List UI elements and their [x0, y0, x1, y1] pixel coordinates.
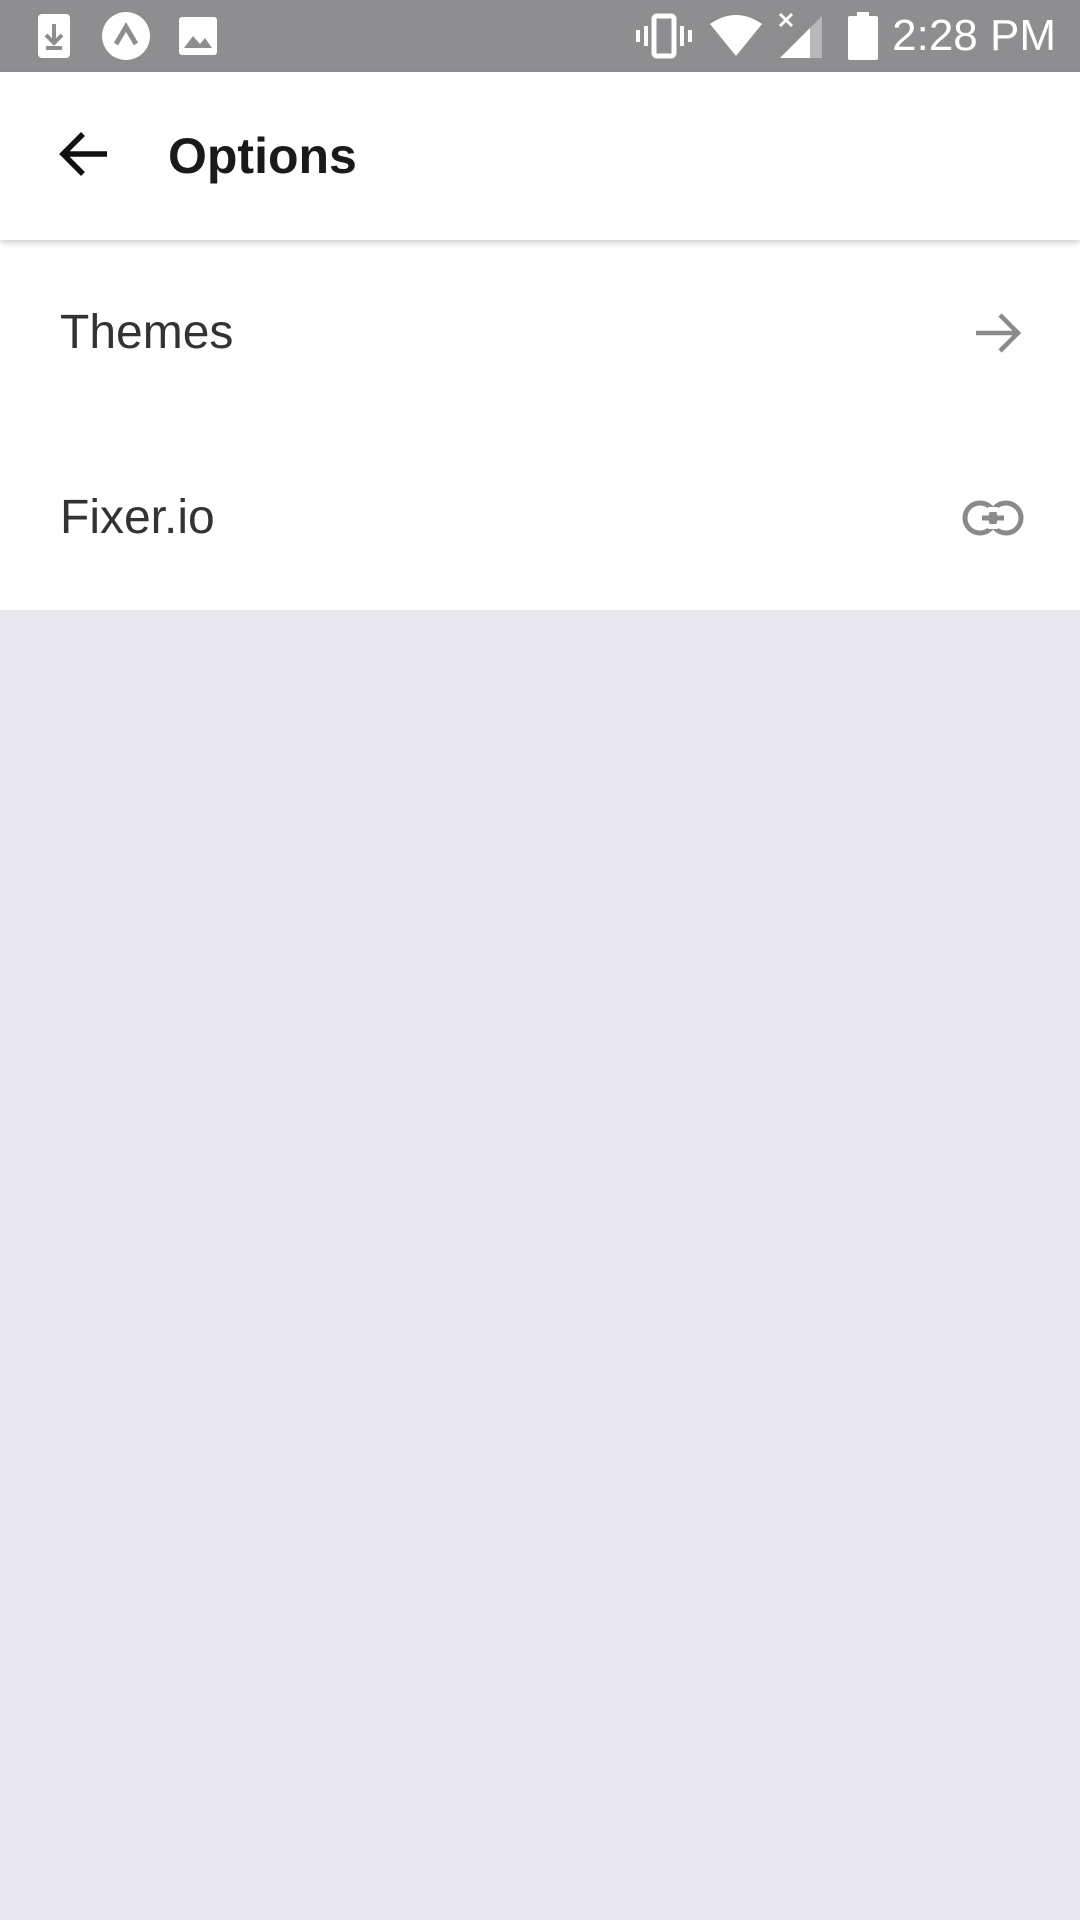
status-bar: 2:28 PM [0, 0, 1080, 72]
option-label: Fixer.io [60, 491, 215, 544]
battery-icon [846, 0, 880, 72]
image-notification-icon [176, 0, 220, 72]
page-title: Options [168, 128, 357, 184]
app-notification-icon [100, 0, 152, 72]
status-time: 2:28 PM [892, 11, 1056, 60]
arrow-right-icon [974, 240, 1024, 425]
cell-signal-icon [776, 0, 824, 72]
app-toolbar: Options [0, 72, 1080, 240]
download-notification-icon [34, 0, 74, 72]
option-themes[interactable]: Themes [0, 240, 1080, 425]
link-icon [962, 425, 1024, 610]
options-list: Themes Fixer.io [0, 240, 1080, 610]
option-label: Themes [60, 306, 234, 359]
vibrate-icon [636, 0, 692, 72]
wifi-icon [708, 0, 764, 72]
back-button[interactable] [40, 112, 128, 200]
option-fixer-io[interactable]: Fixer.io [0, 425, 1080, 610]
arrow-left-icon [57, 130, 111, 183]
